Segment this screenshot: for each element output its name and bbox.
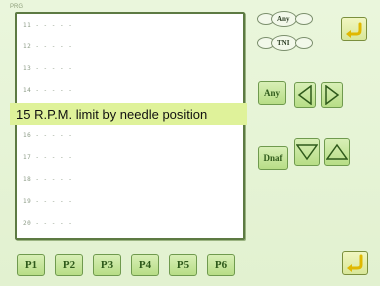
page-button-p5[interactable]: P5 [169, 254, 197, 276]
list-item[interactable]: 18 - - - - - [23, 176, 72, 183]
up-arrow-button[interactable] [324, 138, 350, 166]
triangle-down-icon [296, 144, 318, 161]
header-label: PRG [10, 4, 24, 10]
horizontal-mode-button[interactable]: Any [258, 81, 286, 105]
left-arrow-button[interactable] [294, 82, 316, 108]
selected-list-item[interactable]: 15 R.P.M. limit by needle position [10, 103, 247, 125]
screen: PRG 11 - - - - - 12 - - - - - 13 - - - -… [0, 0, 380, 286]
triangle-up-icon [326, 143, 348, 160]
list-item[interactable]: 11 - - - - - [23, 22, 72, 29]
page-button-p2[interactable]: P2 [55, 254, 83, 276]
page-button-p6[interactable]: P6 [207, 254, 235, 276]
right-arrow-button[interactable] [321, 82, 343, 108]
down-arrow-button[interactable] [294, 138, 320, 166]
enter-arrow-icon [347, 254, 363, 272]
page-button-p1[interactable]: P1 [17, 254, 45, 276]
enter-button[interactable] [342, 251, 368, 275]
indicator-bottom-label: TNI [277, 39, 290, 47]
vertical-mode-button[interactable]: Dnaf [258, 146, 288, 170]
indicator-top-label: Any [277, 15, 290, 23]
indicator-oval [295, 37, 313, 49]
list-item[interactable]: 13 - - - - - [23, 65, 72, 72]
list-item[interactable]: 17 - - - - - [23, 154, 72, 161]
list-item[interactable]: 12 - - - - - [23, 43, 72, 50]
mode-indicator: Any TNI [257, 11, 323, 61]
page-button-p3[interactable]: P3 [93, 254, 121, 276]
page-button-p4[interactable]: P4 [131, 254, 159, 276]
parameter-list[interactable]: 11 - - - - - 12 - - - - - 13 - - - - - 1… [15, 12, 245, 240]
list-item[interactable]: 14 - - - - - [23, 87, 72, 94]
indicator-oval [295, 13, 313, 25]
return-button[interactable] [341, 17, 367, 41]
return-arrow-icon [346, 22, 362, 38]
triangle-right-icon [325, 85, 340, 105]
list-item[interactable]: 19 - - - - - [23, 198, 72, 205]
triangle-left-icon [297, 85, 312, 105]
list-item[interactable]: 16 - - - - - [23, 132, 72, 139]
list-item[interactable]: 20 - - - - - [23, 220, 72, 227]
